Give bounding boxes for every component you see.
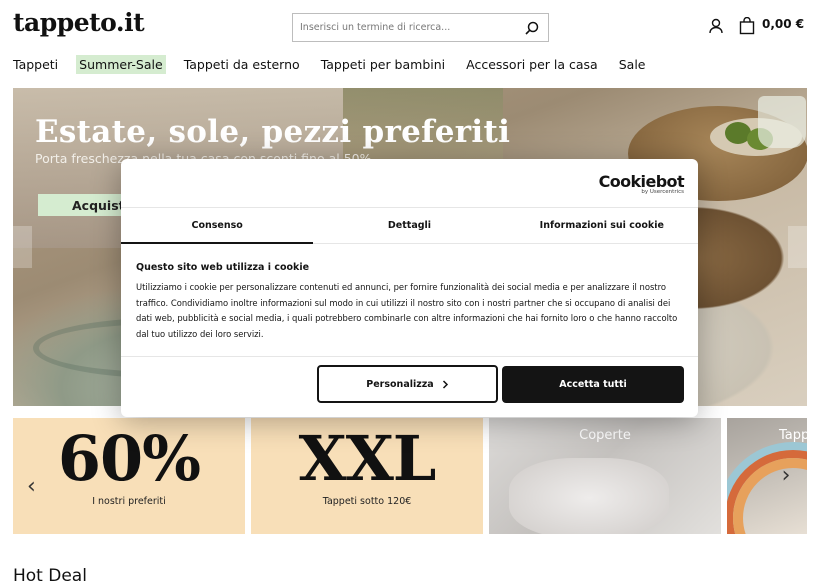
chevron-left-icon[interactable]: ‹ [27, 474, 36, 499]
hero-prev-button[interactable] [13, 226, 32, 268]
search-box [292, 13, 549, 42]
customize-label: Personalizza [366, 378, 434, 390]
search-input[interactable] [293, 14, 513, 41]
tab-informazioni[interactable]: Informazioni sui cookie [506, 208, 698, 243]
cookie-tabs: Consenso Dettagli Informazioni sui cooki… [121, 207, 698, 244]
category-tiles: 60% I nostri preferiti ‹ XXL Tappeti sot… [13, 418, 807, 534]
cookie-consent-dialog: Cookiebot by Usercentrics Consenso Detta… [121, 159, 698, 417]
nav-item-accessori[interactable]: Accessori per la casa [466, 57, 598, 72]
tab-consenso[interactable]: Consenso [121, 208, 314, 244]
site-header: tappeto.it 0,00 € [0, 0, 820, 50]
tile-xxl[interactable]: XXL Tappeti sotto 120€ [251, 418, 483, 534]
section-title: Hot Deal [13, 566, 87, 586]
accept-all-button[interactable]: Accetta tutti [502, 366, 684, 403]
tile-caption: Tappeti sotto 120€ [322, 496, 412, 507]
search-icon[interactable] [524, 20, 540, 36]
tile-favourites[interactable]: 60% I nostri preferiti ‹ [13, 418, 245, 534]
user-icon[interactable] [708, 18, 724, 34]
tile-caption: I nostri preferiti [92, 496, 166, 507]
tile-image-blanket [509, 458, 669, 534]
cookiebot-logo: Cookiebot by Usercentrics [599, 172, 685, 195]
site-logo[interactable]: tappeto.it [13, 8, 145, 37]
divider [121, 356, 698, 357]
tile-coperte[interactable]: Coperte [489, 418, 721, 534]
tile-label: Coperte [579, 428, 631, 443]
hero-next-button[interactable] [788, 226, 807, 268]
hero-image-glass [758, 96, 806, 148]
nav-item-tappeti-per-bambini[interactable]: Tappeti per bambini [321, 57, 445, 72]
tile-label: Tappeti [779, 428, 807, 443]
tile-big-text: 60% [57, 422, 201, 495]
chevron-right-icon [442, 379, 448, 389]
hero-title: Estate, sole, pezzi preferiti [35, 114, 511, 150]
tab-dettagli[interactable]: Dettagli [313, 208, 505, 243]
cookie-body: Utilizziamo i cookie per personalizzare … [136, 282, 678, 339]
nav-item-tappeti-da-esterno[interactable]: Tappeti da esterno [184, 57, 300, 72]
tile-big-text: XXL [298, 422, 437, 495]
main-nav: Tappeti Summer-Sale Tappeti da esterno T… [13, 54, 666, 74]
shopping-bag-icon[interactable] [739, 17, 755, 35]
nav-item-sale[interactable]: Sale [619, 57, 646, 72]
cart-total[interactable]: 0,00 € [762, 17, 804, 31]
nav-item-tappeti[interactable]: Tappeti [13, 57, 58, 72]
cookie-title: Questo sito web utilizza i cookie [136, 262, 310, 273]
chevron-right-icon[interactable]: › [771, 456, 801, 496]
nav-item-summer-sale[interactable]: Summer-Sale [76, 54, 166, 74]
customize-button[interactable]: Personalizza [317, 365, 498, 403]
